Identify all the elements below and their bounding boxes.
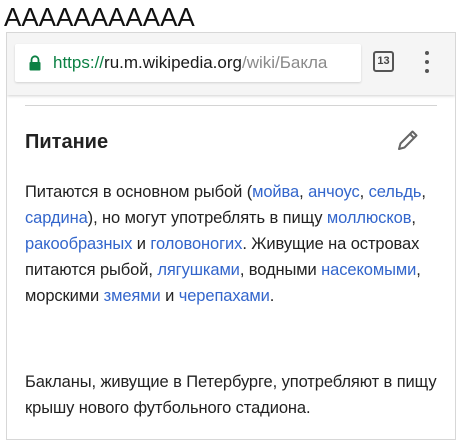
meme-caption: ААААААААААА — [4, 2, 195, 32]
link-rakoobraznye[interactable]: ракообразных — [25, 235, 132, 253]
browser-toolbar: https://ru.m.wikipedia.org/wiki/Бакла 13 — [7, 33, 455, 95]
edit-pencil-icon[interactable] — [395, 127, 421, 153]
url-host: ru.m.wikipedia.org — [104, 53, 242, 72]
link-nasekomye[interactable]: насекомыми — [321, 261, 416, 279]
url-scheme: https:// — [53, 53, 105, 72]
paragraph-diet: Питаются в основном рыбой (мойва, анчоус… — [25, 183, 426, 305]
link-mollyuski[interactable]: моллюсков — [327, 209, 412, 227]
url-path: /wiki/Бакла — [241, 53, 328, 72]
lock-icon — [29, 55, 41, 71]
link-sardina[interactable]: сардина — [25, 209, 88, 227]
link-seld[interactable]: сельдь — [369, 183, 422, 201]
url-text: https://ru.m.wikipedia.org/wiki/Бакла — [53, 53, 355, 73]
link-anchous[interactable]: анчоус — [308, 183, 360, 201]
link-cherepakhi[interactable]: черепахами — [179, 287, 270, 305]
link-zmei[interactable]: змеями — [104, 287, 161, 305]
phone-screen: https://ru.m.wikipedia.org/wiki/Бакла 13… — [6, 32, 456, 440]
paragraph-stadium: Бакланы, живущие в Петербурге, употребля… — [25, 373, 437, 417]
divider — [25, 105, 437, 106]
link-golovonogie[interactable]: головоногих — [150, 235, 242, 253]
section-title: Питание — [25, 131, 109, 153]
overflow-menu-icon[interactable] — [419, 49, 435, 75]
link-lyagushki[interactable]: лягушками — [157, 261, 240, 279]
link-moiva[interactable]: мойва — [252, 183, 299, 201]
tabs-count-icon[interactable]: 13 — [373, 51, 394, 72]
address-bar[interactable]: https://ru.m.wikipedia.org/wiki/Бакла — [15, 44, 361, 82]
